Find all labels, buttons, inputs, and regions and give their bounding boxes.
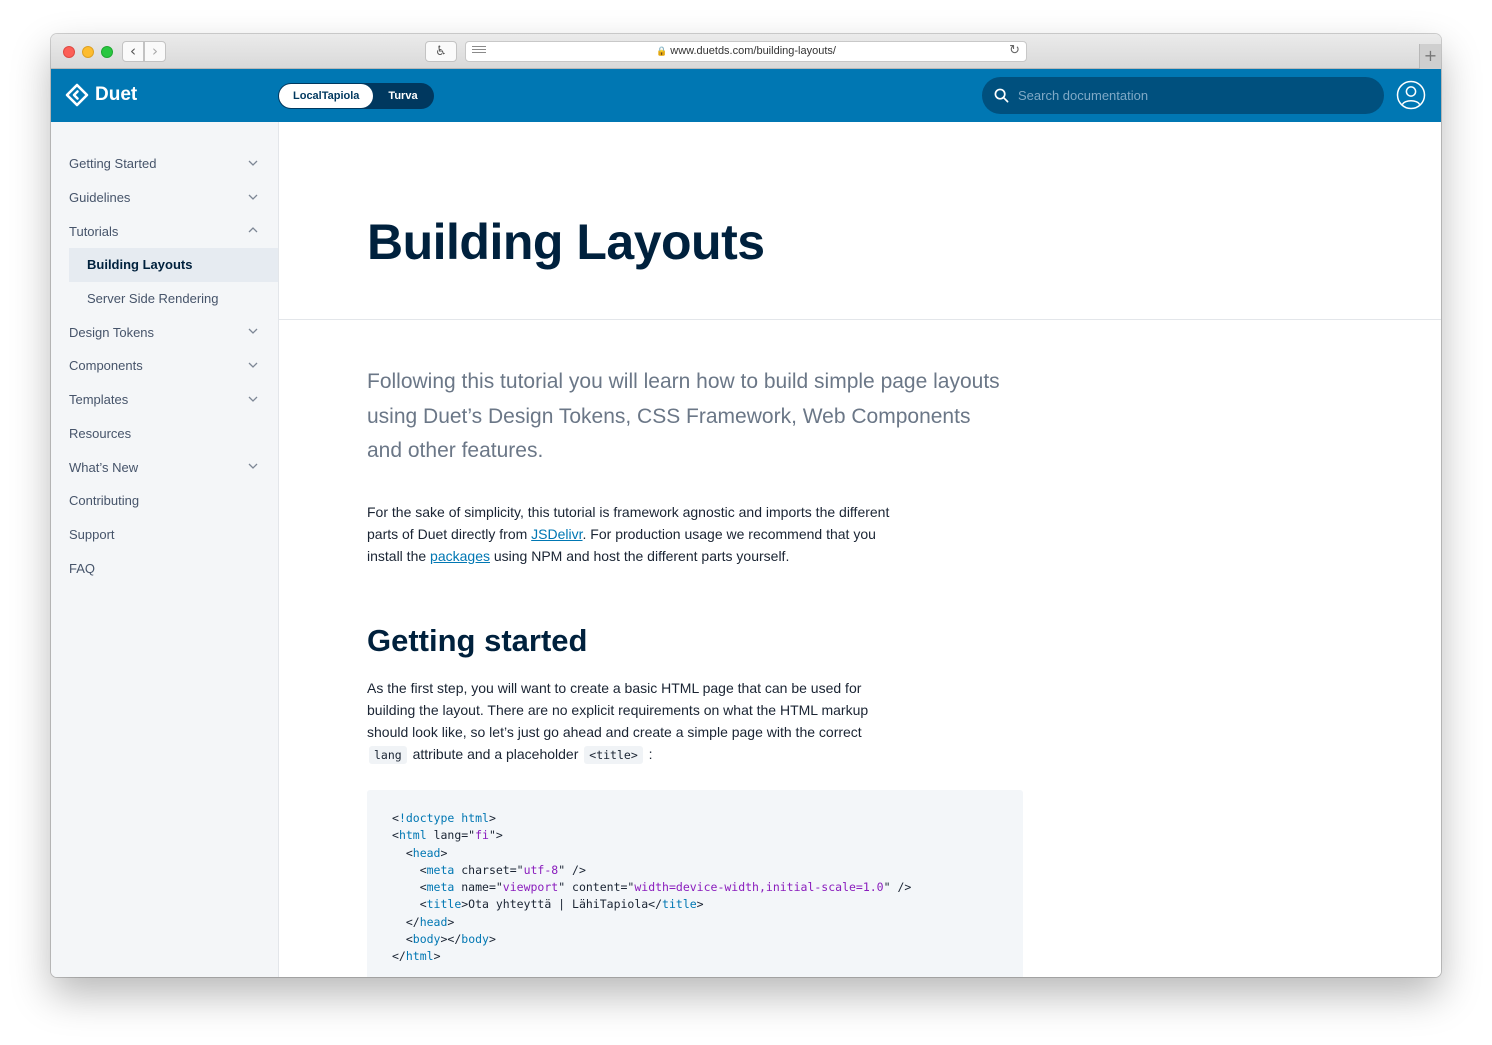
chevron-down-icon (248, 328, 258, 335)
code-line: <body></body> (392, 932, 496, 947)
sidebar-item-label: Support (69, 526, 115, 542)
text-span: using NPM and host the different parts y… (489, 548, 790, 564)
minimize-window-button[interactable] (82, 46, 94, 58)
code-line: <title>Ota yhteyttä | LähiTapiola</title… (392, 897, 704, 912)
sidebar-item-label: Components (69, 358, 143, 374)
duet-logo-icon (65, 83, 89, 107)
sidebar-item-components[interactable]: Components (51, 349, 278, 383)
address-bar[interactable]: 🔒 www.duetds.com/building-layouts/ ↻ (465, 41, 1027, 62)
inline-code-title: <title> (584, 746, 643, 764)
sidebar-item-label: Contributing (69, 493, 140, 509)
code-block[interactable]: <!doctype html> <html lang="fi"> <head> … (367, 790, 1023, 977)
chevron-down-icon (248, 194, 258, 200)
sidebar-item-faq[interactable]: FAQ (51, 551, 278, 585)
sidebar-item-guidelines[interactable]: Guidelines (51, 181, 278, 215)
lock-icon: 🔒 (656, 47, 668, 57)
sidebar-item-label: Resources (69, 425, 132, 441)
sidebar-item-server-side-rendering[interactable]: Server Side Rendering (51, 282, 278, 316)
sidebar-item-label: Templates (69, 392, 129, 408)
sidebar-item-getting-started[interactable]: Getting Started (51, 147, 278, 181)
app-header: Duet LocalTapiola Turva (51, 69, 1441, 122)
search-icon (994, 88, 1009, 103)
getting-started-paragraph: As the first step, you will want to crea… (367, 677, 907, 766)
intro-paragraph: For the sake of simplicity, this tutoria… (367, 501, 907, 567)
sidebar-item-building-layouts[interactable]: Building Layouts (69, 248, 278, 282)
chevron-down-icon (248, 362, 258, 369)
packages-link[interactable]: packages (430, 548, 490, 564)
forward-button[interactable]: › (144, 41, 166, 62)
sidebar-item-label: Server Side Rendering (87, 291, 219, 307)
sidebar-item-templates[interactable]: Templates (51, 383, 278, 417)
theme-option-localtapiola[interactable]: LocalTapiola (279, 84, 374, 108)
code-line: </head> (392, 914, 455, 929)
url-text: 🔒 www.duetds.com/building-layouts/ (466, 45, 1026, 57)
sidebar-item-label: Tutorials (69, 223, 119, 239)
code-line: <html lang="fi"> (392, 828, 503, 843)
search-box (982, 77, 1384, 114)
sidebar-item-whats-new[interactable]: What’s New (51, 450, 278, 484)
code-line: <meta name="viewport" content="width=dev… (392, 880, 912, 895)
sidebar-item-label: Building Layouts (87, 257, 193, 273)
chevron-down-icon (248, 463, 258, 470)
code-line: <!doctype html> (392, 811, 496, 825)
chevron-up-icon (248, 227, 258, 233)
jsdelivr-link[interactable]: JSDelivr (531, 526, 582, 542)
lead-paragraph: Following this tutorial you will learn h… (367, 370, 1000, 462)
url-label: www.duetds.com/building-layouts/ (670, 45, 836, 57)
sidebar-item-label: Getting Started (69, 156, 157, 172)
code-line: </html> (392, 949, 441, 964)
sidebar-item-label: Guidelines (69, 190, 131, 206)
code-line: <head> (392, 845, 448, 860)
new-tab-button[interactable]: + (1419, 44, 1441, 69)
text-span: attribute and a placeholder (408, 746, 583, 762)
section-heading-getting-started: Getting started (367, 623, 588, 658)
sidebar-item-support[interactable]: Support (51, 518, 278, 552)
sidebar-item-tutorials[interactable]: Tutorials (51, 214, 278, 248)
sidebar-item-design-tokens[interactable]: Design Tokens (51, 315, 278, 349)
text-span: As the first step, you will want to crea… (367, 680, 869, 740)
chevron-down-icon (248, 396, 258, 402)
duet-logo[interactable]: Duet (65, 82, 137, 108)
theme-option-turva[interactable]: Turva (373, 84, 432, 108)
text-span: : (644, 746, 653, 762)
browser-toolbar: ‹ › ♿ 🔒 www.duetds.com/building-layouts/ … (51, 34, 1441, 69)
browser-window: ‹ › ♿ 🔒 www.duetds.com/building-layouts/ … (51, 34, 1441, 977)
sidebar-item-resources[interactable]: Resources (51, 417, 278, 451)
search-input[interactable] (1018, 77, 1368, 114)
page-title: Building Layouts (367, 214, 765, 270)
sidebar-item-label: What’s New (69, 459, 139, 475)
page-hero: Building Layouts (279, 122, 1441, 320)
accessibility-icon[interactable]: ♿ (425, 41, 457, 62)
sidebar-nav: Getting Started Guidelines Tutorials Bui… (51, 122, 279, 977)
theme-switcher: LocalTapiola Turva (278, 83, 434, 109)
back-button[interactable]: ‹ (122, 41, 144, 62)
code-line: <meta charset="utf-8" /> (392, 862, 586, 877)
chevron-down-icon (248, 160, 258, 166)
sidebar-item-label: FAQ (69, 560, 96, 576)
user-account-icon[interactable] (1396, 80, 1426, 110)
inline-code-lang: lang (369, 746, 407, 764)
close-window-button[interactable] (63, 46, 75, 58)
main-content: Building Layouts Following this tutorial… (279, 122, 1441, 977)
sidebar-item-label: Design Tokens (69, 324, 155, 340)
fullscreen-window-button[interactable] (101, 46, 113, 58)
reload-icon[interactable]: ↻ (1009, 43, 1020, 58)
sidebar-item-contributing[interactable]: Contributing (51, 484, 278, 518)
logo-text: Duet (95, 84, 138, 105)
